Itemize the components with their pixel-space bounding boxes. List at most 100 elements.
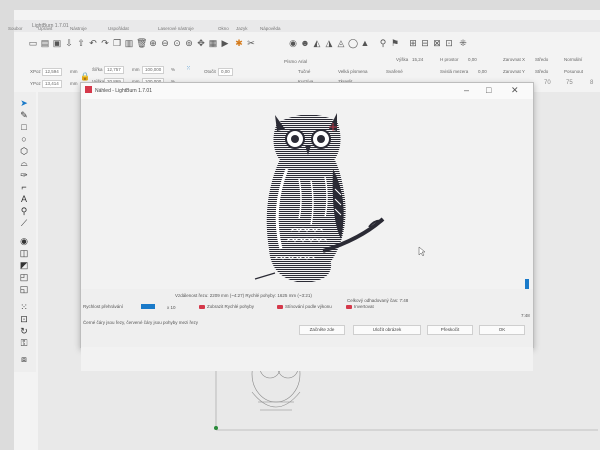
rotate-tool-icon[interactable]: ↻ bbox=[18, 326, 30, 336]
x-pos-input[interactable]: 12,594 bbox=[42, 68, 62, 76]
menu-window[interactable]: Okno bbox=[218, 26, 229, 31]
left-tool-palette: ➤ ✎ □ ○ ⬡ ⌓ ✑ ⌐ A ⚲ ⟋ ◉ ◫ ◩ ◰ ◱ ⁙ ⊡ ↻ ⚿ … bbox=[14, 92, 36, 372]
playback-speed-slider[interactable] bbox=[141, 304, 155, 309]
menu-help[interactable]: Nápověda bbox=[260, 26, 281, 31]
width-input[interactable]: 12,757 bbox=[104, 66, 124, 74]
preview-footer: Vzdálenost řezu: 2209 mm (~4:27) Rychlé … bbox=[81, 279, 533, 347]
uppercase-checkbox[interactable]: Velká písmena bbox=[338, 69, 368, 74]
vspace-label: Svislá mezera bbox=[440, 69, 469, 74]
vspace-value[interactable]: 0,00 bbox=[478, 69, 487, 74]
camera-icon[interactable]: ◉ bbox=[288, 38, 298, 48]
fill-icon[interactable]: ▲ bbox=[360, 38, 370, 48]
zoom-out-icon[interactable]: ⊖ bbox=[160, 38, 170, 48]
menu-language[interactable]: Jazyk bbox=[236, 26, 248, 31]
line-tool-icon[interactable]: ⌓ bbox=[18, 158, 30, 168]
trace-icon[interactable]: ▦ bbox=[208, 38, 218, 48]
menu-file[interactable]: Soubor bbox=[8, 26, 23, 31]
tools-icon[interactable]: ✂ bbox=[246, 38, 256, 48]
boolean-icon[interactable]: ⊡ bbox=[444, 38, 454, 48]
zoom-in-icon[interactable]: ⊕ bbox=[148, 38, 158, 48]
paste-icon[interactable]: ▥ bbox=[124, 38, 134, 48]
open-folder-icon[interactable]: ▤ bbox=[40, 38, 50, 48]
invert-checkbox[interactable] bbox=[346, 305, 352, 309]
pan-icon[interactable]: ✥ bbox=[196, 38, 206, 48]
align-y-value[interactable]: Středo bbox=[535, 69, 548, 74]
save-icon[interactable]: ▣ bbox=[52, 38, 62, 48]
normal-mode[interactable]: Normální bbox=[564, 57, 582, 62]
scale-w-input[interactable]: 100,000 bbox=[142, 66, 165, 74]
zoom-page-icon[interactable]: ⊚ bbox=[184, 38, 194, 48]
welded-checkbox[interactable]: Svařené bbox=[386, 69, 403, 74]
array-icon[interactable]: ⊟ bbox=[420, 38, 430, 48]
preview-title: Náhled - LightBurn 1.7.01 bbox=[95, 88, 152, 94]
import-icon[interactable]: ⇩ bbox=[64, 38, 74, 48]
ellipse-tool-icon[interactable]: ○ bbox=[18, 134, 30, 144]
redo-icon[interactable]: ↷ bbox=[100, 38, 110, 48]
playback-progress-handle[interactable] bbox=[525, 279, 529, 289]
delete-icon[interactable]: 🗑 bbox=[136, 38, 147, 48]
settings-gear-icon[interactable]: ✱ bbox=[234, 38, 244, 48]
group-icon[interactable]: ⚲ bbox=[378, 38, 388, 48]
show-fast-moves-checkbox[interactable] bbox=[199, 305, 205, 309]
menu-laser-tools[interactable]: Laserové nástroje bbox=[158, 26, 194, 31]
grid-array-icon[interactable]: ⁙ bbox=[18, 302, 30, 312]
rectangle-tool-icon[interactable]: □ bbox=[18, 122, 30, 132]
position-pin-icon[interactable]: ⚲ bbox=[18, 206, 30, 216]
save-image-button[interactable]: Uložit obrázek bbox=[353, 325, 421, 335]
ok-button[interactable]: OK bbox=[479, 325, 525, 335]
edit-nodes-icon[interactable]: ✎ bbox=[18, 110, 30, 120]
close-icon[interactable]: ✕ bbox=[511, 85, 519, 96]
user-icon[interactable]: ☻ bbox=[300, 38, 310, 48]
zoom-frame-icon[interactable]: ⊙ bbox=[172, 38, 182, 48]
shape-b-icon[interactable]: ◩ bbox=[18, 260, 30, 270]
weld-icon[interactable]: ⊠ bbox=[432, 38, 442, 48]
bold-checkbox[interactable]: Tučné bbox=[298, 69, 310, 74]
invert-label: Invertovat bbox=[354, 304, 374, 309]
mirror-icon[interactable]: ◬ bbox=[336, 38, 346, 48]
text-tool-icon[interactable]: A bbox=[18, 194, 30, 204]
menu-tools[interactable]: Nástroje bbox=[70, 26, 87, 31]
distribute-icon[interactable]: ⊞ bbox=[408, 38, 418, 48]
size-value[interactable]: 15,24 bbox=[412, 57, 423, 62]
menu-edit[interactable]: Upravit bbox=[38, 26, 52, 31]
rotate-input[interactable]: 0,00 bbox=[218, 68, 233, 76]
draw-lines-icon[interactable]: ✑ bbox=[18, 170, 30, 180]
mirror-tool-icon[interactable]: ⧈ bbox=[18, 354, 30, 364]
font-value[interactable]: Arial bbox=[298, 59, 307, 64]
circle-target-icon[interactable]: ◉ bbox=[18, 236, 30, 246]
new-file-icon[interactable]: ▭ bbox=[28, 38, 38, 48]
scale-w-unit: % bbox=[171, 67, 176, 72]
align-y-label: Zarovnat Y bbox=[503, 69, 525, 74]
align-left-icon[interactable]: ◭ bbox=[312, 38, 322, 48]
origin-grid-icon[interactable]: ⁙ bbox=[186, 65, 191, 72]
lightburn-app-icon bbox=[85, 86, 92, 93]
preview-title-bar: Náhled - LightBurn 1.7.01 – □ ✕ bbox=[81, 83, 533, 99]
polygon-tool-icon[interactable]: ⬡ bbox=[18, 146, 30, 156]
select-tool-icon[interactable]: ➤ bbox=[18, 98, 30, 108]
node-edit-icon[interactable]: ⊡ bbox=[18, 314, 30, 324]
shade-by-power-checkbox[interactable] bbox=[277, 305, 283, 309]
hspace-value[interactable]: 0,00 bbox=[468, 57, 477, 62]
lock-tool-icon[interactable]: ⚿ bbox=[18, 338, 30, 348]
shape-c-icon[interactable]: ◰ bbox=[18, 272, 30, 282]
undo-icon[interactable]: ↶ bbox=[88, 38, 98, 48]
align-center-icon[interactable]: ◮ bbox=[324, 38, 334, 48]
preview-icon[interactable]: ▶ bbox=[220, 38, 230, 48]
copy-icon[interactable]: ❐ bbox=[112, 38, 122, 48]
circle-icon[interactable]: ◯ bbox=[348, 38, 358, 48]
minimize-icon[interactable]: – bbox=[464, 85, 469, 95]
align-x-value[interactable]: Středo bbox=[535, 57, 548, 62]
ungroup-icon[interactable]: ⚑ bbox=[390, 38, 400, 48]
skip-button[interactable]: Přeskočit bbox=[427, 325, 473, 335]
start-here-button[interactable]: Začněte zde bbox=[299, 325, 345, 335]
grid-icon[interactable]: ⁜ bbox=[458, 38, 468, 48]
offset-tool-icon[interactable]: ⌐ bbox=[18, 182, 30, 192]
export-icon[interactable]: ⇧ bbox=[76, 38, 86, 48]
offset-mode[interactable]: Posunout bbox=[564, 69, 583, 74]
maximize-icon[interactable]: □ bbox=[486, 85, 491, 95]
shape-a-icon[interactable]: ◫ bbox=[18, 248, 30, 258]
menu-arrange[interactable]: Uspořádat bbox=[108, 26, 129, 31]
shape-d-icon[interactable]: ◱ bbox=[18, 284, 30, 294]
menu-bar: Soubor Upravit Nástroje Uspořádat Lasero… bbox=[8, 26, 586, 33]
measure-icon[interactable]: ⟋ bbox=[18, 218, 30, 228]
